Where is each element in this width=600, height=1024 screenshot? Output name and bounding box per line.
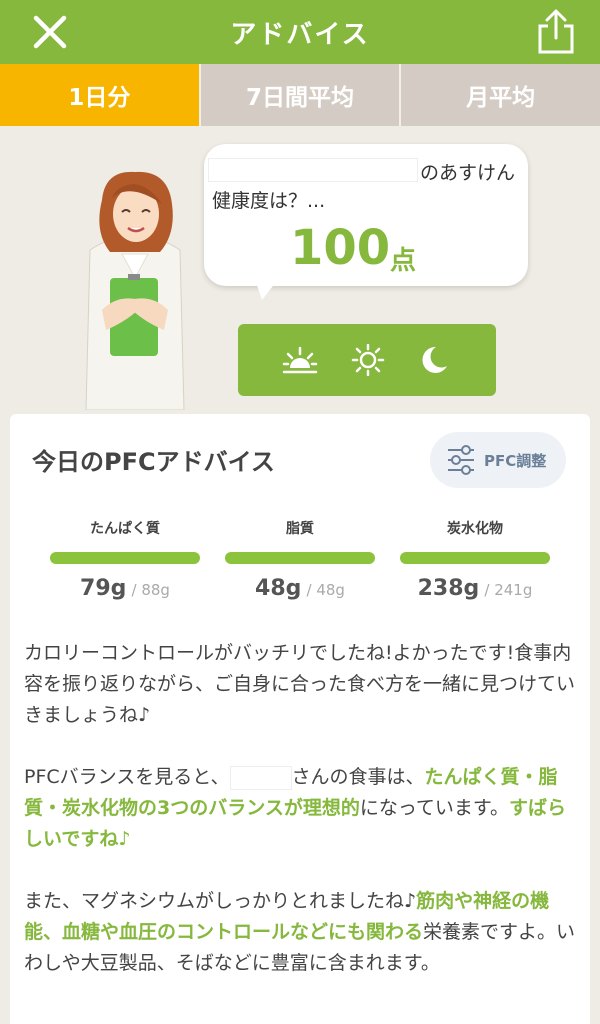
nutrient-name: たんぱく質: [90, 521, 160, 537]
bubble-suffix: のあすけん: [420, 162, 516, 184]
advisor-character: [85, 171, 185, 410]
bubble-tail: [256, 282, 276, 300]
progress-bar: [400, 552, 550, 564]
pfc-adjust-label: PFC調整: [484, 452, 547, 470]
progress-bar: [50, 552, 200, 564]
nutrient-target: / 88g: [131, 581, 170, 599]
card-title: 今日のPFCアドバイス: [32, 448, 275, 476]
advice-paragraph: また、マグネシウムがしっかりとれましたね♪筋肉や神経の機能、血糖や血圧のコントロ…: [24, 890, 576, 974]
user-name-placeholder: [229, 765, 292, 790]
health-question: 健康度は？...: [212, 190, 326, 212]
advice-text: カロリーコントロールがバッチリでしたね!よかったです!食事内容を振り返りながら、…: [24, 638, 576, 1010]
nutrient-value: 48g: [255, 576, 302, 601]
nutrient-protein: たんぱく質 79g / 88g: [50, 518, 200, 601]
health-score-value: 100: [290, 220, 391, 276]
nutrient-fat: 脂質 48g / 48g: [225, 518, 375, 601]
nutrient-value: 79g: [80, 576, 127, 601]
pfc-adjust-button[interactable]: PFC調整: [430, 432, 566, 488]
advice-paragraph: カロリーコントロールがバッチリでしたね!よかったです!食事内容を振り返りながら、…: [24, 642, 576, 726]
sunrise-icon[interactable]: [282, 344, 318, 376]
page-title: アドバイス: [230, 20, 370, 50]
nutrient-name: 脂質: [286, 521, 314, 537]
sliders-icon: [448, 445, 474, 475]
share-icon[interactable]: [534, 8, 578, 56]
nutrient-value: 238g: [417, 576, 480, 601]
pfc-advice-card: 今日のPFCアドバイス PFC調整 たんぱく質 79g / 88g 脂質 48g…: [10, 414, 590, 1024]
user-name-placeholder: [208, 158, 418, 182]
nutrient-name: 炭水化物: [447, 521, 503, 537]
progress-bar: [225, 552, 375, 564]
meal-time-selector: [238, 324, 496, 396]
nutrient-carbs: 炭水化物 238g / 241g: [400, 518, 550, 601]
tab-7day-average[interactable]: 7日間平均: [198, 64, 400, 126]
moon-icon[interactable]: [416, 344, 452, 376]
advice-paragraph: PFCバランスを見ると、 さんの食事は、たんぱく質・脂質・炭水化物の3つのバランス…: [24, 765, 567, 850]
nutrient-target: / 241g: [484, 581, 533, 599]
period-tabs: 1日分 7日間平均 月平均: [0, 64, 600, 126]
tab-1day[interactable]: 1日分: [0, 64, 199, 126]
tab-monthly-average[interactable]: 月平均: [399, 64, 600, 126]
top-bar: アドバイス: [0, 0, 600, 64]
health-score-bubble: のあすけん 健康度は？... 100 点: [204, 144, 528, 300]
nutrient-target: / 48g: [306, 581, 345, 599]
sun-icon[interactable]: [350, 344, 386, 376]
health-score-unit: 点: [390, 246, 417, 276]
